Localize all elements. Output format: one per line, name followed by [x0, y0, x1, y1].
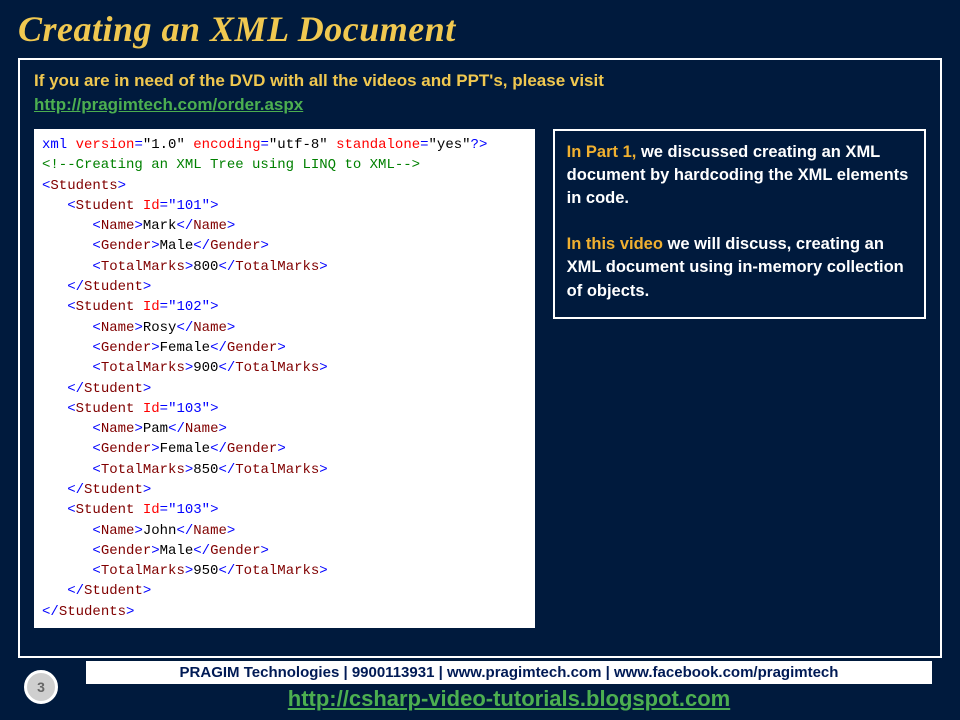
- footer-link[interactable]: http://csharp-video-tutorials.blogspot.c…: [288, 686, 730, 712]
- dvd-link[interactable]: http://pragimtech.com/order.aspx: [34, 95, 303, 115]
- slide: Creating an XML Document If you are in n…: [0, 0, 960, 720]
- footer-bar: PRAGIM Technologies | 9900113931 | www.p…: [86, 661, 932, 684]
- lead-1: In Part 1,: [567, 143, 637, 161]
- footer: 3 PRAGIM Technologies | 9900113931 | www…: [0, 661, 960, 712]
- lead-2: In this video: [567, 235, 663, 253]
- description-paragraph-1: In Part 1, we discussed creating an XML …: [567, 141, 912, 210]
- xml-code-block: xml version="1.0" encoding="utf-8" stand…: [34, 129, 535, 628]
- two-column-layout: xml version="1.0" encoding="utf-8" stand…: [34, 129, 926, 628]
- footer-right: PRAGIM Technologies | 9900113931 | www.p…: [86, 661, 960, 712]
- description-paragraph-2: In this video we will discuss, creating …: [567, 233, 912, 302]
- description-box: In Part 1, we discussed creating an XML …: [553, 129, 926, 319]
- page-title: Creating an XML Document: [0, 0, 960, 58]
- dvd-prompt: If you are in need of the DVD with all t…: [34, 70, 926, 93]
- content-box: If you are in need of the DVD with all t…: [18, 58, 942, 658]
- page-number-badge: 3: [24, 670, 58, 704]
